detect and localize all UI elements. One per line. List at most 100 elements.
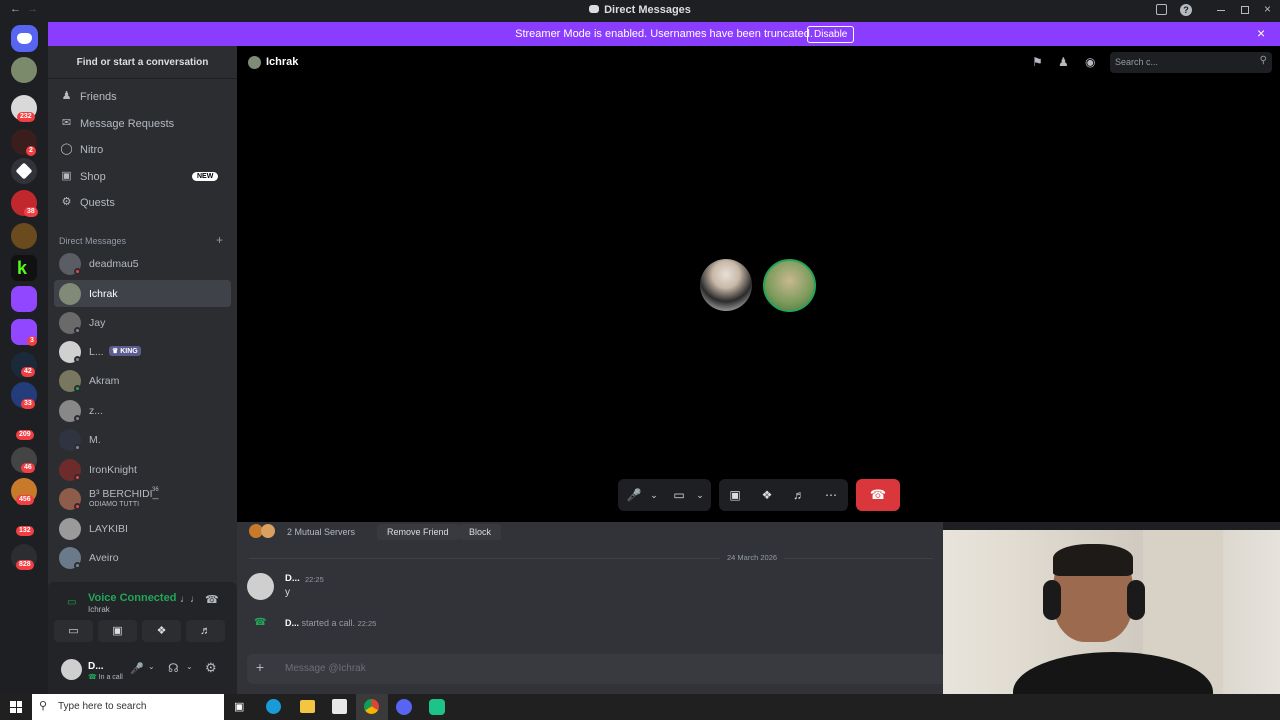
maximize-icon[interactable] bbox=[1241, 6, 1249, 14]
dm-item[interactable]: z... bbox=[54, 397, 231, 424]
server-icon[interactable]: 33 bbox=[11, 382, 37, 409]
task-view-icon[interactable]: ▣ bbox=[234, 700, 244, 713]
pin-icon[interactable]: ⚑ bbox=[1032, 55, 1043, 69]
message-text: y bbox=[285, 587, 290, 598]
message-author[interactable]: D... bbox=[285, 573, 300, 584]
server-icon[interactable]: k bbox=[11, 255, 37, 281]
close-banner-icon[interactable]: × bbox=[1257, 25, 1265, 41]
server-icon[interactable]: 209 bbox=[11, 415, 37, 441]
end-call-button[interactable]: ☎ bbox=[856, 479, 900, 511]
app-icon[interactable] bbox=[429, 699, 445, 715]
activities-icon[interactable]: ❖ bbox=[759, 487, 775, 503]
add-attachment-icon[interactable]: + bbox=[253, 660, 267, 674]
find-conversation-button[interactable]: Find or start a conversation bbox=[48, 46, 237, 79]
chrome-icon[interactable] bbox=[356, 694, 388, 720]
camera-off-icon[interactable]: ▭ bbox=[671, 487, 687, 503]
soundboard-button[interactable]: ♬ bbox=[186, 620, 225, 642]
voice-status[interactable]: Voice Connected bbox=[88, 592, 176, 604]
block-button[interactable]: Block bbox=[459, 524, 502, 540]
dm-item[interactable]: LAYKIBI bbox=[54, 515, 231, 542]
message-input[interactable]: + Message @Ichrak bbox=[247, 654, 943, 684]
webcam-overlay bbox=[943, 530, 1280, 720]
settings-gear-icon[interactable]: ⚙ bbox=[205, 660, 217, 676]
profile-icon[interactable]: ◉ bbox=[1085, 55, 1095, 69]
mutual-servers[interactable]: 2 Mutual Servers bbox=[287, 527, 355, 537]
twitch-server-icon[interactable]: 3 bbox=[11, 319, 37, 346]
twitch-server-icon[interactable] bbox=[11, 286, 37, 312]
store-icon[interactable] bbox=[332, 699, 347, 714]
nav-message-requests[interactable]: ✉ Message Requests bbox=[54, 112, 230, 136]
windows-start-icon[interactable] bbox=[10, 701, 22, 713]
disable-button[interactable]: Disable bbox=[807, 26, 855, 43]
friends-icon: ♟ bbox=[61, 90, 72, 102]
mail-icon: ✉ bbox=[61, 117, 72, 129]
server-icon[interactable]: 2 bbox=[11, 129, 37, 156]
nav-nitro[interactable]: ◯ Nitro bbox=[54, 138, 230, 162]
nav-friends[interactable]: ♟ Friends bbox=[54, 85, 230, 109]
mic-control: 🎤 ⌄ ▭ ⌄ bbox=[618, 479, 711, 511]
more-options-icon[interactable]: ⋯ bbox=[823, 487, 839, 503]
streamer-mode-banner: Streamer Mode is enabled. Usernames have… bbox=[48, 22, 1280, 46]
soundboard-icon[interactable]: ♬ bbox=[791, 487, 807, 503]
server-icon[interactable]: 456 bbox=[11, 478, 37, 505]
remove-friend-button[interactable]: Remove Friend bbox=[377, 524, 459, 540]
edge-icon[interactable] bbox=[266, 699, 281, 714]
activities-button[interactable]: ❖ bbox=[142, 620, 181, 642]
inbox-icon[interactable] bbox=[1156, 4, 1167, 15]
disconnect-icon[interactable]: ☎ bbox=[205, 593, 219, 606]
call-stage: Ichrak ⚑ ♟ ◉ Search c... ⚲ 🎤 ⌄ ▭ ⌄ ▣ ❖ ♬… bbox=[237, 46, 1280, 522]
header-avatar bbox=[248, 56, 261, 69]
screenshare-icon[interactable]: ▣ bbox=[727, 487, 743, 503]
voice-channel[interactable]: Ichrak bbox=[88, 605, 110, 614]
server-icon[interactable]: 828 bbox=[11, 544, 37, 570]
server-icon[interactable] bbox=[11, 158, 37, 184]
dm-item[interactable]: Jay bbox=[54, 309, 231, 336]
file-explorer-icon[interactable] bbox=[300, 700, 315, 713]
server-icon[interactable]: 46 bbox=[11, 447, 37, 473]
nav-quests[interactable]: ⚙ Quests bbox=[54, 191, 230, 215]
avatar[interactable] bbox=[61, 659, 82, 680]
chevron-down-icon[interactable]: ⌄ bbox=[148, 662, 155, 671]
server-icon[interactable]: 42 bbox=[11, 352, 37, 378]
taskbar-search[interactable]: ⚲ Type here to search bbox=[32, 694, 224, 720]
dm-item[interactable]: B³ BERCHIDI_ 36 ODIAMO TUTTI bbox=[54, 485, 231, 512]
message-avatar[interactable] bbox=[247, 573, 274, 600]
camera-off-button[interactable]: ▭ bbox=[54, 620, 93, 642]
microphone-icon[interactable]: 🎤 bbox=[130, 662, 144, 675]
participant-avatar-speaking[interactable] bbox=[763, 259, 816, 312]
dm-item[interactable]: M. bbox=[54, 426, 231, 453]
headset-icon[interactable]: ☊ bbox=[168, 661, 179, 675]
server-icon[interactable] bbox=[11, 57, 37, 83]
voice-panel: ▭ Voice Connected Ichrak ♩♩ ☎ ▭ ▣ ❖ ♬ bbox=[48, 582, 237, 648]
minimize-icon[interactable] bbox=[1217, 10, 1225, 11]
server-icon[interactable]: 38 bbox=[11, 190, 38, 217]
discord-app-icon[interactable] bbox=[396, 699, 412, 715]
add-friend-icon[interactable]: ♟ bbox=[1058, 55, 1069, 69]
nav-shop[interactable]: ▣ Shop NEW bbox=[54, 165, 230, 189]
dm-item-active[interactable]: Ichrak bbox=[54, 280, 231, 307]
header-username[interactable]: Ichrak bbox=[266, 56, 298, 68]
close-window-icon[interactable]: × bbox=[1264, 2, 1271, 16]
mutual-server-icons bbox=[249, 524, 277, 538]
chevron-down-icon[interactable]: ⌄ bbox=[692, 487, 708, 503]
dm-item[interactable]: Aveiro bbox=[54, 544, 231, 571]
screenshare-button[interactable]: ▣ bbox=[98, 620, 137, 642]
action-controls: ▣ ❖ ♬ ⋯ bbox=[719, 479, 848, 511]
chevron-down-icon[interactable]: ⌄ bbox=[186, 662, 193, 671]
help-icon[interactable]: ? bbox=[1180, 4, 1192, 16]
participant-avatar[interactable] bbox=[700, 259, 752, 311]
create-dm-icon[interactable]: + bbox=[216, 233, 223, 247]
dm-item[interactable]: L... ♛ KING bbox=[54, 338, 231, 365]
server-icon[interactable]: 232 bbox=[11, 95, 37, 122]
server-icon[interactable] bbox=[11, 223, 37, 249]
user-status: ☎ In a call bbox=[88, 674, 123, 681]
server-icon[interactable]: 132 bbox=[11, 516, 37, 542]
dm-item[interactable]: IronKnight bbox=[54, 456, 231, 483]
dm-item[interactable]: deadmau5 bbox=[54, 250, 231, 277]
dm-item[interactable]: Akram bbox=[54, 367, 231, 394]
search-input[interactable]: Search c... ⚲ bbox=[1110, 52, 1272, 73]
microphone-icon[interactable]: 🎤 bbox=[626, 487, 642, 503]
chevron-down-icon[interactable]: ⌄ bbox=[646, 487, 662, 503]
noise-suppression-icon[interactable]: ♩♩ bbox=[180, 594, 200, 605]
discord-home-icon[interactable] bbox=[11, 25, 38, 52]
